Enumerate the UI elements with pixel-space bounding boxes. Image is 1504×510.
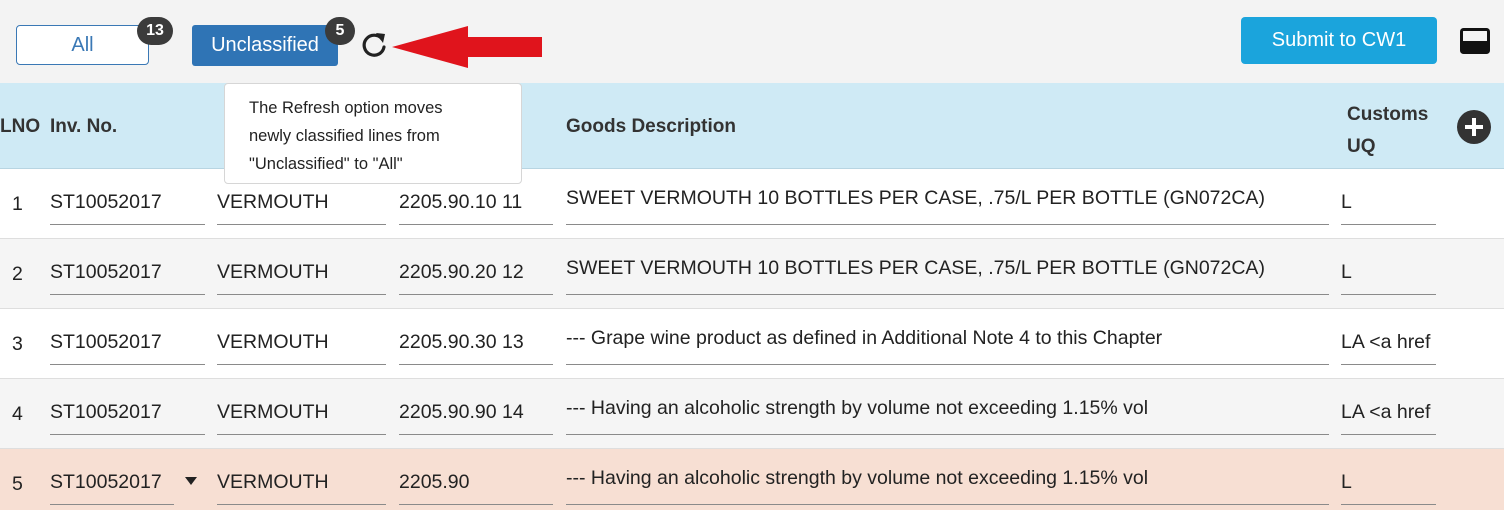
description-field[interactable]: VERMOUTH	[217, 191, 386, 225]
header-inv-no[interactable]: Inv. No.	[50, 116, 117, 138]
invoice-number-field[interactable]: ST10052017	[50, 471, 174, 505]
tariff-code-field[interactable]: 2205.90.20 12	[399, 261, 553, 295]
submit-to-cw1-button[interactable]: Submit to CW1	[1241, 17, 1437, 64]
header-goods-description[interactable]: Goods Description	[566, 116, 736, 138]
panel-toggle-icon[interactable]	[1460, 28, 1490, 54]
header-customs-uq[interactable]: Customs UQ	[1347, 99, 1428, 163]
goods-description-field[interactable]: --- Having an alcoholic strength by volu…	[566, 467, 1329, 505]
tariff-code-field[interactable]: 2205.90.10 11	[399, 191, 553, 225]
invoice-number-field[interactable]: ST10052017	[50, 401, 205, 435]
table-row-highlighted[interactable]: 5 ST10052017 VERMOUTH 2205.90 --- Having…	[0, 449, 1504, 510]
row-lno: 5	[12, 473, 23, 495]
submit-button-label: Submit to CW1	[1271, 29, 1407, 51]
goods-description-field[interactable]: SWEET VERMOUTH 10 BOTTLES PER CASE, .75/…	[566, 187, 1329, 225]
tooltip-line-3: "Unclassified" to "All"	[249, 155, 403, 173]
header-lno[interactable]: LNO	[0, 116, 40, 138]
customs-uq-field[interactable]: LA <a href	[1341, 331, 1436, 365]
row-lno: 2	[12, 263, 23, 285]
tariff-code-field[interactable]: 2205.90.30 13	[399, 331, 553, 365]
table-row[interactable]: 4 ST10052017 VERMOUTH 2205.90.90 14 --- …	[0, 379, 1504, 449]
tooltip-line-1: The Refresh option moves	[249, 99, 443, 117]
table-row[interactable]: 3 ST10052017 VERMOUTH 2205.90.30 13 --- …	[0, 309, 1504, 379]
tab-unclassified[interactable]: Unclassified	[192, 25, 338, 66]
customs-uq-field[interactable]: L	[1341, 471, 1436, 505]
description-field[interactable]: VERMOUTH	[217, 331, 386, 365]
tab-unclassified-count-badge: 5	[325, 17, 355, 45]
description-field[interactable]: VERMOUTH	[217, 401, 386, 435]
description-field[interactable]: VERMOUTH	[217, 471, 386, 505]
add-column-icon[interactable]	[1457, 110, 1491, 144]
invoice-number-field[interactable]: ST10052017	[50, 261, 205, 295]
goods-description-field[interactable]: --- Having an alcoholic strength by volu…	[566, 397, 1329, 435]
invoice-number-field[interactable]: ST10052017	[50, 331, 205, 365]
header-customs-uq-line1: Customs	[1347, 104, 1429, 125]
row-lno: 1	[12, 193, 23, 215]
goods-description-field[interactable]: --- Grape wine product as defined in Add…	[566, 327, 1329, 365]
customs-uq-field[interactable]: L	[1341, 261, 1436, 295]
customs-uq-field[interactable]: L	[1341, 191, 1436, 225]
refresh-tooltip: The Refresh option moves newly classifie…	[224, 83, 522, 184]
invoice-number-field[interactable]: ST10052017	[50, 191, 205, 225]
goods-description-field[interactable]: SWEET VERMOUTH 10 BOTTLES PER CASE, .75/…	[566, 257, 1329, 295]
table-row[interactable]: 2 ST10052017 VERMOUTH 2205.90.20 12 SWEE…	[0, 239, 1504, 309]
row-lno: 4	[12, 403, 23, 425]
tab-unclassified-label: Unclassified	[211, 34, 319, 56]
tab-all-label: All	[71, 33, 94, 56]
description-field[interactable]: VERMOUTH	[217, 261, 386, 295]
toolbar: All 13 Unclassified 5 Submit to CW1	[0, 0, 1504, 83]
tariff-code-field[interactable]: 2205.90	[399, 471, 553, 505]
row-lno: 3	[12, 333, 23, 355]
annotation-arrow	[392, 26, 542, 68]
tooltip-line-2: newly classified lines from	[249, 127, 440, 145]
chevron-down-icon[interactable]	[184, 476, 198, 486]
customs-uq-field[interactable]: LA <a href	[1341, 401, 1436, 435]
tab-all[interactable]: All	[16, 25, 149, 65]
tab-all-count-badge: 13	[137, 17, 173, 45]
tariff-code-field[interactable]: 2205.90.90 14	[399, 401, 553, 435]
header-customs-uq-line2: UQ	[1347, 136, 1376, 157]
refresh-icon[interactable]	[360, 31, 388, 59]
